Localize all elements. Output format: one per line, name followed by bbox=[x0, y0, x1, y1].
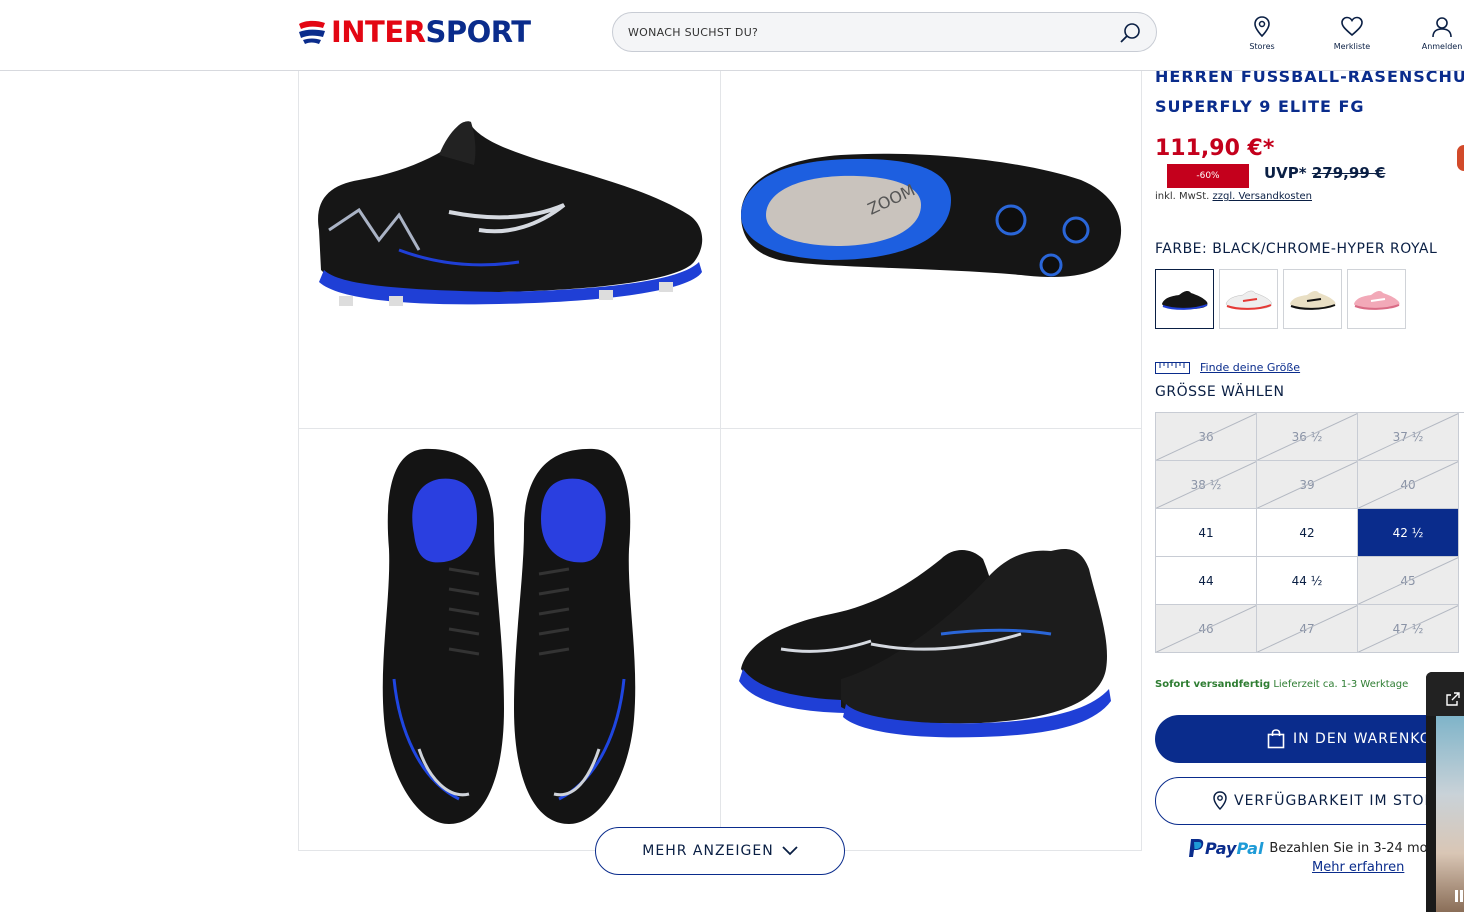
size-option[interactable]: 44 bbox=[1156, 557, 1257, 605]
product-image-top[interactable] bbox=[299, 429, 720, 850]
color-swatches bbox=[1155, 269, 1406, 329]
pause-icon[interactable] bbox=[1454, 890, 1464, 902]
video-widget-header bbox=[1426, 672, 1464, 716]
paypal-icon bbox=[1189, 839, 1204, 857]
uvp-price: UVP* 279,99 € bbox=[1264, 164, 1385, 182]
uvp-value: 279,99 € bbox=[1311, 164, 1386, 182]
size-row: 44 44 ½ 45 bbox=[1156, 557, 1464, 605]
product-title-line2: SUPERFLY 9 ELITE FG bbox=[1155, 97, 1365, 116]
color-swatch-white-red[interactable] bbox=[1219, 269, 1278, 329]
paypal-logo: PayPal bbox=[1205, 838, 1264, 858]
intersport-logo[interactable]: INTERSPORT bbox=[297, 16, 531, 48]
logo-wordmark: INTERSPORT bbox=[331, 15, 531, 49]
size-row: 36 36 ½ 37 ½ bbox=[1156, 413, 1464, 461]
size-option[interactable]: 44 ½ bbox=[1257, 557, 1358, 605]
show-more-label: MEHR ANZEIGEN bbox=[642, 843, 774, 859]
product-price: 111,90 €* bbox=[1155, 136, 1275, 161]
location-pin-icon bbox=[1254, 16, 1270, 38]
tax-text: inkl. MwSt. bbox=[1155, 191, 1210, 202]
show-more-button[interactable]: MEHR ANZEIGEN bbox=[595, 827, 845, 875]
size-option: 37 ½ bbox=[1358, 413, 1459, 461]
heart-icon bbox=[1341, 16, 1363, 37]
paypal-more-link[interactable]: Mehr erfahren bbox=[1312, 860, 1404, 875]
size-finder-link[interactable]: Finde deine Größe bbox=[1155, 361, 1300, 374]
login-link[interactable]: Anmelden bbox=[1412, 16, 1464, 51]
size-option: 36 ½ bbox=[1257, 413, 1358, 461]
floating-badge[interactable] bbox=[1457, 145, 1464, 171]
color-swatch-black[interactable] bbox=[1155, 269, 1214, 329]
ruler-icon bbox=[1155, 361, 1190, 374]
chevron-down-icon bbox=[782, 846, 798, 856]
size-finder-label: Finde deine Größe bbox=[1200, 361, 1301, 374]
intersport-logo-icon bbox=[299, 20, 325, 44]
product-image-pair[interactable] bbox=[721, 429, 1142, 850]
discount-badge: -60% bbox=[1167, 164, 1249, 188]
size-option: 36 bbox=[1156, 413, 1257, 461]
wishlist-label: Merkliste bbox=[1333, 42, 1371, 51]
size-option[interactable]: 41 bbox=[1156, 509, 1257, 557]
product-gallery: ZOOM bbox=[298, 0, 1142, 851]
site-header: INTERSPORT Stores Merkliste Anmelden bbox=[0, 0, 1464, 71]
size-grid: 36 36 ½ 37 ½ 38 ½ 39 40 41 42 42 ½ 44 44 ½ 45 46 47 47… bbox=[1155, 412, 1464, 653]
size-option[interactable]: 42 bbox=[1257, 509, 1358, 557]
product-details: HERREN FUSSBALL-RASENSCHUHE Z SUPERFLY 9… bbox=[1155, 0, 1464, 910]
store-availability-label: VERFÜGBARKEIT IM STORE bbox=[1234, 793, 1446, 809]
uvp-label: UVP* bbox=[1264, 164, 1307, 182]
shipping-status: Sofort versandfertig bbox=[1155, 679, 1271, 690]
search-bar[interactable] bbox=[612, 12, 1157, 52]
size-label: GRÖSSE WÄHLEN bbox=[1155, 384, 1285, 400]
video-widget[interactable] bbox=[1426, 672, 1464, 912]
store-availability-button[interactable]: VERFÜGBARKEIT IM STORE bbox=[1155, 777, 1464, 825]
shipping-costs-link[interactable]: zzgl. Versandkosten bbox=[1212, 191, 1312, 202]
paypal-info: PayPal Bezahlen Sie in 3-24 monatlichen … bbox=[1187, 838, 1464, 858]
video-thumbnail bbox=[1436, 716, 1464, 912]
shipping-info: Sofort versandfertig Lieferzeit ca. 1-3 … bbox=[1155, 679, 1408, 690]
user-icon bbox=[1432, 17, 1452, 38]
size-option[interactable]: 42 ½ bbox=[1358, 509, 1459, 557]
search-icon[interactable] bbox=[1118, 21, 1142, 45]
delivery-time: Lieferzeit ca. 1-3 Werktage bbox=[1273, 679, 1409, 690]
size-row: 41 42 42 ½ bbox=[1156, 509, 1464, 557]
size-option: 47 ½ bbox=[1358, 605, 1459, 653]
size-option: 46 bbox=[1156, 605, 1257, 653]
tax-info: inkl. MwSt. zzgl. Versandkosten bbox=[1155, 191, 1312, 202]
add-to-cart-button[interactable]: IN DEN WARENKORB bbox=[1155, 715, 1464, 763]
size-row: 46 47 47 ½ bbox=[1156, 605, 1464, 653]
search-input[interactable] bbox=[628, 25, 1098, 39]
wishlist-link[interactable]: Merkliste bbox=[1322, 16, 1382, 51]
external-link-icon[interactable] bbox=[1446, 692, 1460, 706]
size-option: 39 bbox=[1257, 461, 1358, 509]
shopping-bag-icon bbox=[1267, 729, 1285, 749]
size-option: 45 bbox=[1358, 557, 1459, 605]
size-option: 47 bbox=[1257, 605, 1358, 653]
login-label: Anmelden bbox=[1421, 42, 1463, 51]
size-option: 38 ½ bbox=[1156, 461, 1257, 509]
color-swatch-cream[interactable] bbox=[1283, 269, 1342, 329]
size-option: 40 bbox=[1358, 461, 1459, 509]
stores-link[interactable]: Stores bbox=[1232, 16, 1292, 51]
size-row: 38 ½ 39 40 bbox=[1156, 461, 1464, 509]
color-label: FARBE: BLACK/CHROME-HYPER ROYAL bbox=[1155, 241, 1438, 257]
color-swatch-pink[interactable] bbox=[1347, 269, 1406, 329]
location-pin-icon bbox=[1213, 791, 1227, 811]
product-title: HERREN FUSSBALL-RASENSCHUHE Z SUPERFLY 9… bbox=[1155, 62, 1464, 122]
stores-label: Stores bbox=[1249, 42, 1275, 51]
